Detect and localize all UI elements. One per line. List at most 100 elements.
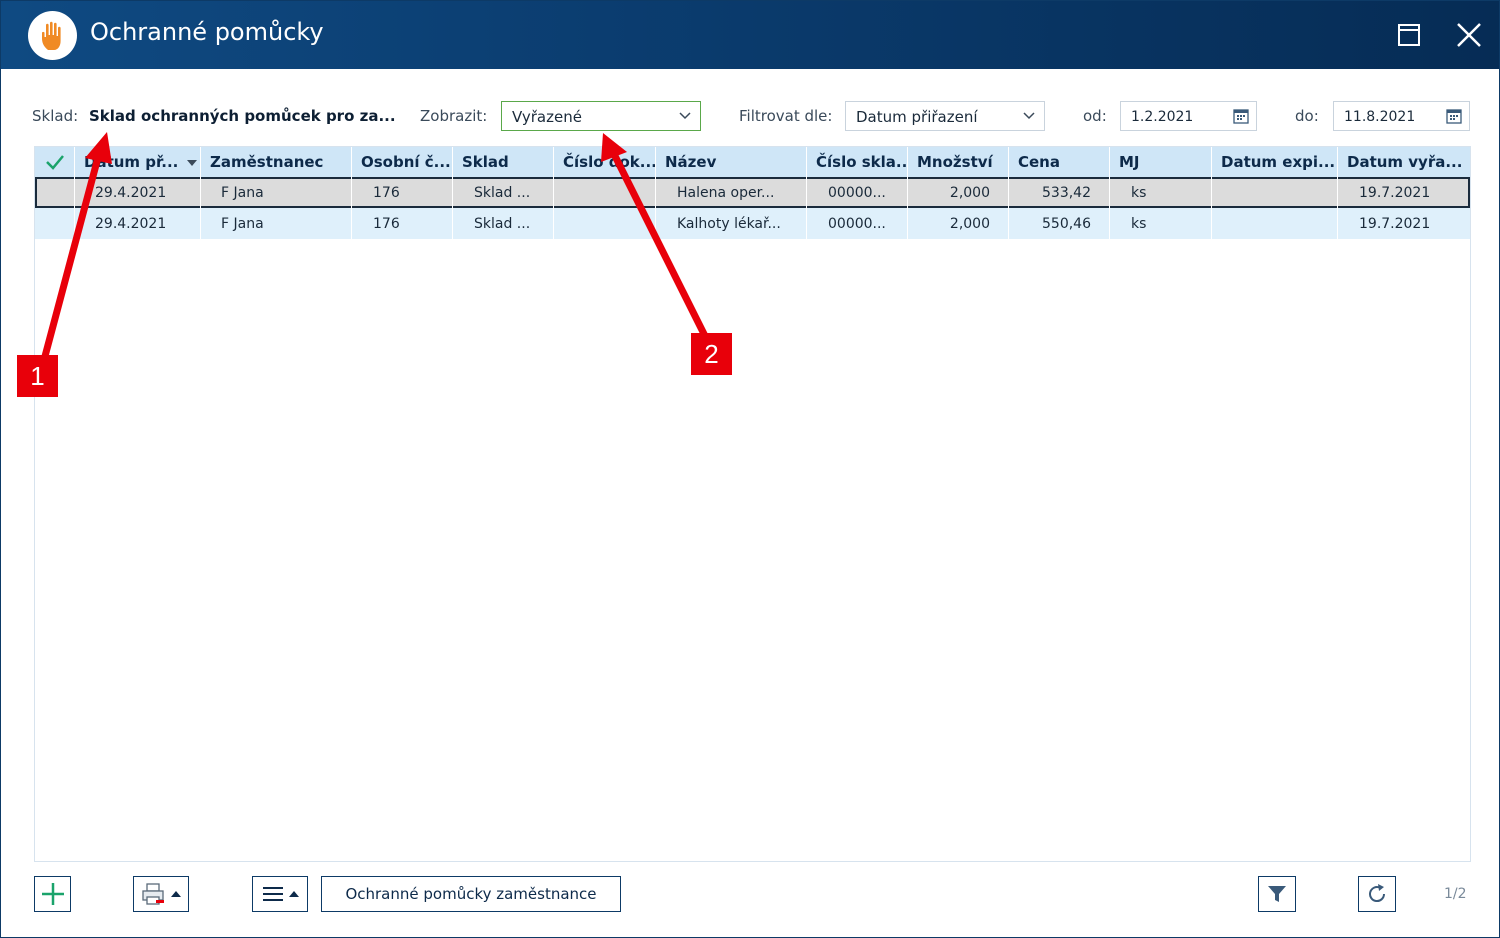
column-header-label: Číslo dok... bbox=[563, 153, 656, 171]
table-cell: ks bbox=[1110, 208, 1212, 239]
refresh-icon bbox=[1369, 884, 1386, 903]
print-button[interactable] bbox=[133, 876, 189, 912]
column-header[interactable]: Osobní č... bbox=[352, 147, 453, 177]
title-bar: Ochranné pomůcky bbox=[1, 1, 1499, 69]
table-cell: Sklad ... bbox=[453, 208, 554, 239]
table-cell: Kalhoty lékař... bbox=[656, 208, 807, 239]
close-icon bbox=[1457, 23, 1481, 47]
column-header-label: Množství bbox=[917, 153, 993, 171]
column-header-label: Datum př... bbox=[84, 153, 179, 171]
table-row[interactable]: 29.4.2021 F Jana 176 Sklad ... Kalhoty l… bbox=[35, 208, 1470, 239]
zobrazit-label: Zobrazit: bbox=[420, 107, 488, 125]
column-header-label: Datum vyřa... bbox=[1347, 153, 1463, 171]
column-header[interactable]: Zaměstnanec bbox=[201, 147, 352, 177]
menu-icon bbox=[262, 887, 283, 901]
column-header-label: Cena bbox=[1018, 153, 1060, 171]
column-header-label: Číslo skla... bbox=[816, 153, 908, 171]
plus-icon bbox=[41, 883, 64, 905]
table-cell: ks bbox=[1110, 177, 1212, 208]
column-header[interactable]: Sklad bbox=[453, 147, 554, 177]
table-cell: 29.4.2021 bbox=[75, 177, 201, 208]
column-header[interactable]: Číslo skla... bbox=[807, 147, 908, 177]
table-cell: 2,000 bbox=[908, 177, 1009, 208]
column-header[interactable]: Číslo dok... bbox=[554, 147, 656, 177]
table-cell: 19.7.2021 bbox=[1359, 185, 1431, 201]
table-cell: F Jana bbox=[201, 208, 352, 239]
column-header-label: Zaměstnanec bbox=[210, 153, 324, 171]
chevron-down-icon bbox=[1023, 112, 1035, 120]
column-header[interactable]: Cena bbox=[1009, 147, 1110, 177]
do-label: do: bbox=[1295, 107, 1319, 125]
row-checkbox[interactable] bbox=[35, 208, 75, 239]
table-cell bbox=[1212, 208, 1338, 239]
refresh-button[interactable] bbox=[1358, 876, 1396, 912]
column-header[interactable]: Množství bbox=[908, 147, 1009, 177]
maximize-button[interactable] bbox=[1389, 15, 1429, 55]
column-header[interactable]: Název bbox=[656, 147, 807, 177]
table-cell: Halena oper... bbox=[656, 177, 807, 208]
row-checkbox[interactable] bbox=[35, 177, 75, 208]
printer-icon bbox=[142, 883, 164, 905]
filtrovat-value: Datum přiřazení bbox=[856, 108, 978, 126]
page-indicator: 1/2 bbox=[1444, 886, 1467, 902]
column-header-label: Název bbox=[665, 153, 717, 171]
chevron-down-icon bbox=[679, 112, 691, 120]
column-header[interactable]: MJ bbox=[1110, 147, 1212, 177]
calendar-icon[interactable] bbox=[1233, 108, 1249, 124]
column-header-label: Datum expi... bbox=[1221, 153, 1336, 171]
sklad-label: Sklad: bbox=[32, 107, 79, 125]
window-title: Ochranné pomůcky bbox=[90, 18, 324, 46]
annotation-badge-1: 1 bbox=[17, 355, 58, 397]
data-grid: Datum př... Zaměstnanec Osobní č... Skla… bbox=[34, 146, 1471, 862]
table-cell bbox=[554, 208, 656, 239]
table-cell: 533,42 bbox=[1009, 177, 1110, 208]
check-icon bbox=[46, 155, 64, 170]
do-date-value: 11.8.2021 bbox=[1344, 109, 1416, 125]
column-header[interactable]: Datum expi... bbox=[1212, 147, 1338, 177]
close-button[interactable] bbox=[1449, 15, 1489, 55]
table-cell: 29.4.2021 bbox=[75, 208, 201, 239]
table-cell: 19.7.2021 bbox=[1359, 216, 1431, 232]
filter-button[interactable] bbox=[1258, 876, 1296, 912]
employee-equipment-label: Ochranné pomůcky zaměstnance bbox=[345, 885, 597, 903]
table-cell: Sklad ... bbox=[453, 177, 554, 208]
column-header-label: MJ bbox=[1119, 153, 1140, 171]
column-header[interactable]: Datum vyřa... bbox=[1338, 147, 1470, 177]
column-header-label: Osobní č... bbox=[361, 153, 451, 171]
zobrazit-select[interactable]: Vyřazené bbox=[501, 101, 701, 131]
sklad-value[interactable]: Sklad ochranných pomůcek pro za... bbox=[89, 107, 396, 125]
column-header-label: Sklad bbox=[462, 153, 509, 171]
table-cell bbox=[554, 177, 656, 208]
filtrovat-select[interactable]: Datum přiřazení bbox=[845, 101, 1045, 131]
employee-equipment-button[interactable]: Ochranné pomůcky zaměstnance bbox=[321, 876, 621, 912]
grid-header: Datum př... Zaměstnanec Osobní č... Skla… bbox=[35, 147, 1470, 177]
sort-desc-icon bbox=[186, 160, 197, 166]
column-header[interactable]: Datum př... bbox=[75, 147, 201, 177]
hand-icon bbox=[28, 11, 77, 60]
filter-icon bbox=[1268, 886, 1286, 902]
filtrovat-label: Filtrovat dle: bbox=[739, 107, 833, 125]
chevron-up-icon bbox=[171, 891, 181, 897]
table-row[interactable]: 29.4.2021 F Jana 176 Sklad ... Halena op… bbox=[35, 177, 1470, 208]
od-date-value: 1.2.2021 bbox=[1131, 109, 1194, 125]
od-label: od: bbox=[1083, 107, 1107, 125]
do-date-input[interactable]: 11.8.2021 bbox=[1333, 101, 1470, 131]
menu-button[interactable] bbox=[252, 876, 308, 912]
chevron-up-icon bbox=[288, 891, 299, 897]
calendar-icon[interactable] bbox=[1446, 108, 1462, 124]
select-all-checkbox[interactable] bbox=[35, 147, 75, 177]
zobrazit-value: Vyřazené bbox=[512, 108, 582, 126]
dialog-window: Ochranné pomůcky Sklad: Sklad ochranných… bbox=[0, 0, 1500, 938]
table-cell: 176 bbox=[352, 208, 453, 239]
table-cell: 550,46 bbox=[1009, 208, 1110, 239]
add-button[interactable] bbox=[34, 876, 71, 912]
maximize-icon bbox=[1398, 24, 1420, 46]
table-cell: F Jana bbox=[201, 177, 352, 208]
table-cell: 00000... bbox=[807, 208, 908, 239]
od-date-input[interactable]: 1.2.2021 bbox=[1120, 101, 1257, 131]
table-cell bbox=[1212, 177, 1338, 208]
table-cell: 00000... bbox=[807, 177, 908, 208]
annotation-badge-2: 2 bbox=[691, 333, 732, 375]
table-cell: 2,000 bbox=[908, 208, 1009, 239]
table-cell: 176 bbox=[352, 177, 453, 208]
